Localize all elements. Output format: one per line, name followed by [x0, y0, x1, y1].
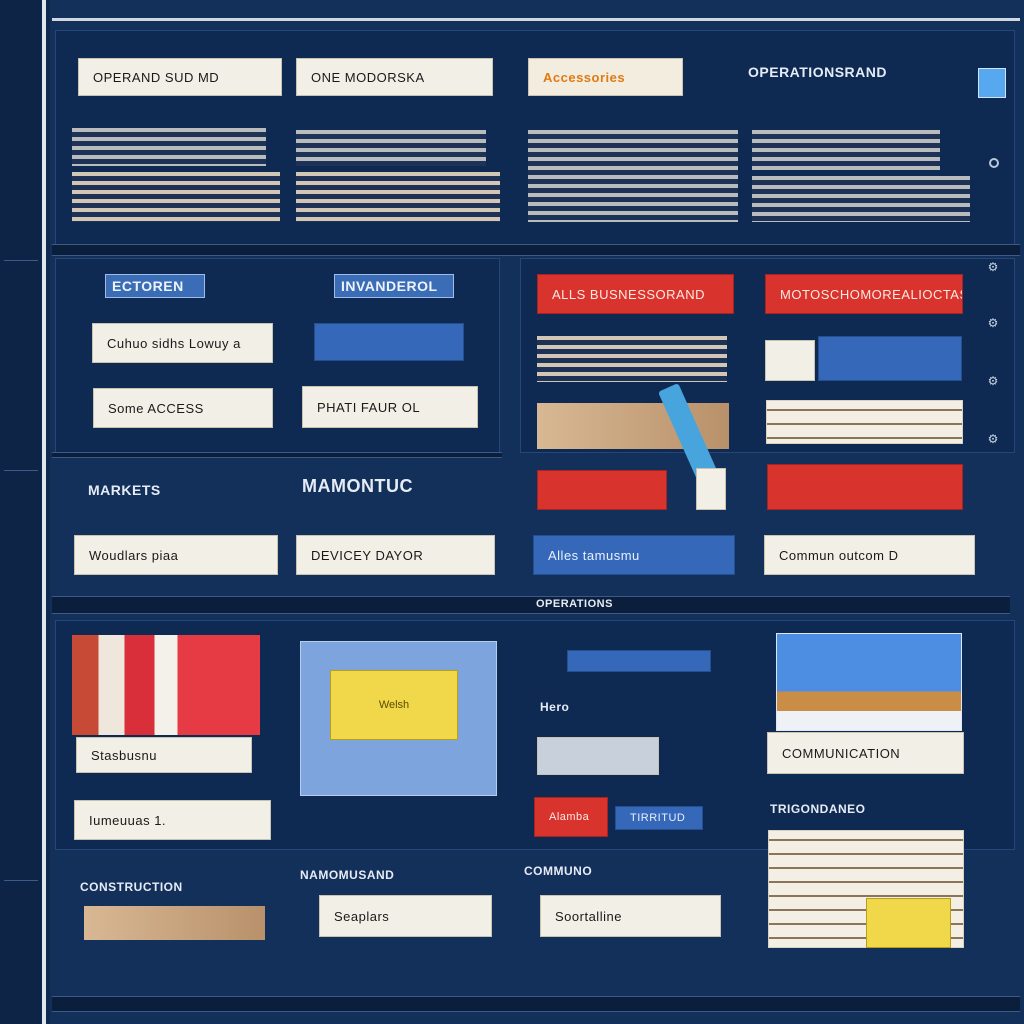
photo-image	[776, 633, 962, 731]
stripe-block	[528, 130, 738, 222]
stripe-block	[296, 172, 500, 222]
note-icon	[866, 898, 951, 948]
label-card[interactable]: Accessories	[528, 58, 683, 96]
heading-tag: INVANDEROL	[334, 274, 454, 298]
cup-icon	[696, 468, 726, 510]
grey-card[interactable]	[537, 737, 659, 775]
section-title: CONSTRUCTION	[80, 880, 183, 894]
frame-segment	[4, 260, 38, 261]
stripe-block	[752, 130, 940, 170]
label-card[interactable]: PHATI FAUR OL	[302, 386, 478, 428]
gear-icon[interactable]: ⚙	[986, 260, 1000, 274]
circle-icon[interactable]	[989, 158, 999, 168]
red-tag[interactable]: Alamba	[534, 797, 608, 837]
label-card[interactable]: OPERAND SUD MD	[78, 58, 282, 96]
red-banner[interactable]	[767, 464, 963, 510]
red-banner[interactable]: ALLS BUSNESSORAND	[537, 274, 734, 314]
blue-strip[interactable]	[567, 650, 711, 672]
label-card[interactable]: Woudlars piaa	[74, 535, 278, 575]
blue-card[interactable]	[818, 336, 962, 381]
label-card[interactable]: COMMUNICATION	[767, 732, 964, 774]
red-banner[interactable]	[537, 470, 667, 510]
section-title: TRIGONDANEO	[770, 802, 866, 816]
label-card[interactable]: DEVICEY DAYOR	[296, 535, 495, 575]
stripe-block	[72, 172, 280, 222]
label-card[interactable]: ONE MODORSKA	[296, 58, 493, 96]
section-title: MAMONTUC	[302, 476, 413, 496]
red-banner[interactable]: MOTOSCHOMOREALIOCTAS	[765, 274, 963, 314]
label-tag: Hero	[540, 700, 570, 714]
blue-card[interactable]: Alles tamusmu	[533, 535, 735, 575]
square-icon[interactable]	[978, 68, 1006, 98]
left-frame	[0, 0, 46, 1024]
blue-tag[interactable]: TIRRITUD	[615, 806, 703, 830]
bottom-rail	[52, 996, 1020, 1012]
section-title: COMMUNO	[524, 864, 593, 878]
label-card[interactable]: Iumeuuas 1.	[74, 800, 271, 840]
section-title: OPERATIONSRAND	[748, 64, 887, 80]
rail	[52, 244, 1020, 256]
frame-segment	[4, 470, 38, 471]
rail-label: OPERATIONS	[536, 598, 613, 610]
rail	[52, 596, 1010, 614]
top-tape	[52, 18, 1020, 21]
label-card[interactable]: Commun outcom D	[764, 535, 975, 575]
heading-tag: ECTOREN	[105, 274, 205, 298]
section-title: MARKETS	[88, 482, 161, 498]
stripe-block	[72, 128, 266, 166]
label-card[interactable]: Cuhuo sidhs Lowuy a	[92, 323, 273, 363]
books-image	[72, 635, 260, 735]
blue-card[interactable]	[314, 323, 464, 361]
rail	[52, 452, 502, 458]
label-card[interactable]: Some ACCESS	[93, 388, 273, 428]
gear-icon[interactable]: ⚙	[986, 316, 1000, 330]
note-icon: Welsh	[330, 670, 458, 740]
section-title: NAMOMUSAND	[300, 868, 395, 882]
document-strip	[766, 400, 963, 444]
wood-block	[537, 336, 727, 382]
label-card[interactable]: Stasbusnu	[76, 737, 252, 773]
gear-icon[interactable]: ⚙	[986, 374, 1000, 388]
label-stub[interactable]	[765, 340, 815, 381]
label-card[interactable]: Soortalline	[540, 895, 721, 937]
label-card[interactable]: Seaplars	[319, 895, 492, 937]
gear-icon[interactable]: ⚙	[986, 432, 1000, 446]
stripe-block	[752, 176, 970, 222]
frame-segment	[4, 880, 38, 881]
stripe-block	[296, 130, 486, 166]
wood-block	[84, 906, 265, 940]
